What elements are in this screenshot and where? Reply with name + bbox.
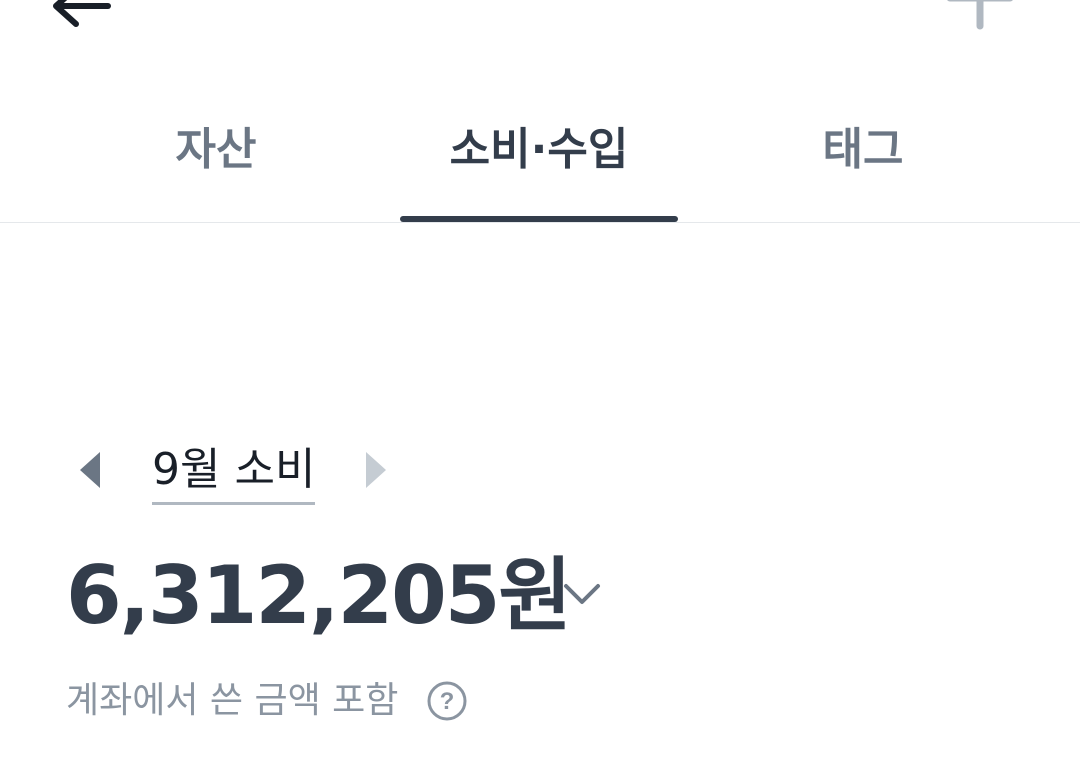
tab-bar: 자산 소비·수입 태그 xyxy=(0,100,1080,223)
tab-tags[interactable]: 태그 xyxy=(780,120,946,180)
month-selector: 9월 소비 xyxy=(0,436,1080,508)
tab-spending-income[interactable]: 소비·수입 xyxy=(400,120,678,180)
question-circle-icon[interactable]: ? xyxy=(426,680,468,722)
caret-right-icon[interactable] xyxy=(356,448,396,492)
back-arrow-icon[interactable] xyxy=(48,0,112,34)
amount-row: 6,312,205원 xyxy=(66,548,766,644)
month-label[interactable]: 9월 소비 xyxy=(152,440,316,505)
total-amount: 6,312,205원 xyxy=(66,549,572,642)
caret-left-icon[interactable] xyxy=(70,448,110,492)
chevron-down-icon[interactable] xyxy=(560,574,604,614)
plus-icon[interactable] xyxy=(946,0,1014,34)
active-tab-indicator xyxy=(400,216,678,222)
note-text: 계좌에서 쓴 금액 포함 xyxy=(66,680,399,721)
note-row: 계좌에서 쓴 금액 포함 ? xyxy=(66,674,566,728)
help-symbol: ? xyxy=(440,688,455,715)
top-bar xyxy=(0,0,1080,60)
tab-assets[interactable]: 자산 xyxy=(130,120,302,180)
